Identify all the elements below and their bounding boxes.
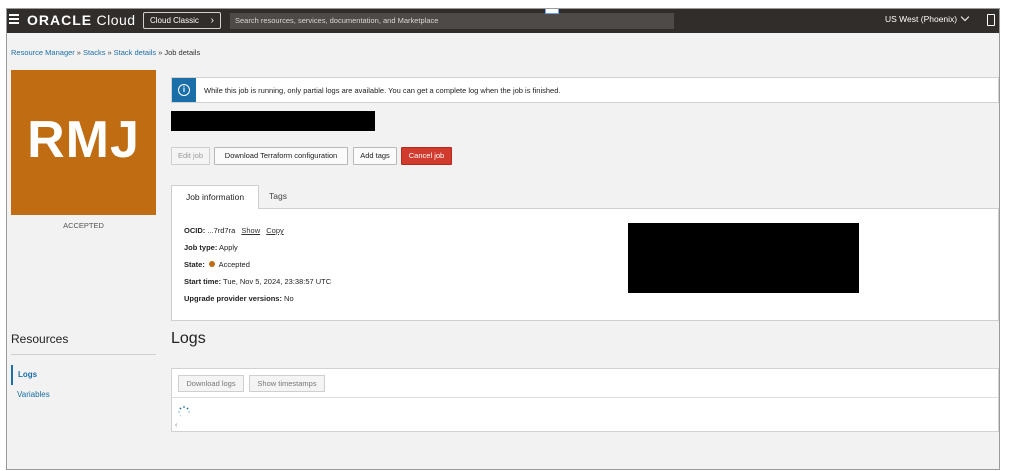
ocid-copy-link[interactable]: Copy [266, 226, 284, 235]
breadcrumb-current: Job details [164, 48, 201, 57]
chevron-down-icon [960, 12, 970, 22]
upgrade-provider-label: Upgrade provider versions: [184, 294, 282, 303]
breadcrumb-stack-details[interactable]: Stack details [114, 48, 157, 57]
job-avatar-initials: RMJ [27, 111, 140, 169]
cloud-classic-button[interactable]: Cloud Classic › [143, 12, 221, 29]
edit-job-button[interactable]: Edit job [171, 147, 210, 165]
state-row: State: Accepted [184, 260, 250, 269]
ocid-label: OCID: [184, 226, 206, 235]
start-time-label: Start time: [184, 277, 222, 286]
search-input[interactable]: Search resources, services, documentatio… [230, 13, 674, 29]
breadcrumb-resource-manager[interactable]: Resource Manager [11, 48, 75, 57]
job-state-label: ACCEPTED [63, 221, 104, 230]
breadcrumb-separator: » [76, 48, 81, 57]
job-type-label: Job type: [184, 243, 218, 252]
resources-divider [11, 354, 156, 355]
chevron-right-icon: › [210, 15, 214, 26]
device-icon[interactable] [987, 14, 995, 26]
resources-nav-variables[interactable]: Variables [11, 387, 50, 403]
state-value: Accepted [218, 260, 250, 269]
add-tags-button[interactable]: Add tags [353, 147, 397, 165]
start-time-value: Tue, Nov 5, 2024, 23:38:57 UTC [223, 277, 332, 286]
logs-heading: Logs [171, 330, 206, 347]
bookmark-marker-icon [545, 9, 559, 14]
browser-frame: ORACLE Cloud Cloud Classic › Search resou… [6, 8, 1000, 470]
job-information-panel: OCID: ...7rd7ra Show Copy Job type: Appl… [171, 208, 999, 321]
breadcrumb: Resource Manager» Stacks» Stack details» Jo… [11, 48, 200, 57]
logs-toolbar: Download logs Show timestamps [172, 369, 998, 398]
job-type-value: Apply [219, 243, 238, 252]
info-alert: i While this job is running, only partia… [171, 77, 999, 103]
upgrade-provider-row: Upgrade provider versions: No [184, 294, 294, 303]
cancel-job-button[interactable]: Cancel job [401, 147, 452, 165]
breadcrumb-separator: » [107, 48, 112, 57]
start-time-row: Start time: Tue, Nov 5, 2024, 23:38:57 U… [184, 277, 331, 286]
redacted-job-title [171, 111, 375, 131]
state-status-dot-icon [208, 261, 215, 267]
ocid-show-link[interactable]: Show [241, 226, 260, 235]
logo-product: Cloud [96, 12, 136, 28]
logs-panel: Download logs Show timestamps ‹ [171, 368, 999, 432]
job-type-row: Job type: Apply [184, 243, 238, 252]
ocid-value: ...7rd7ra [207, 226, 236, 235]
logo-brand: ORACLE [27, 12, 93, 28]
breadcrumb-stacks[interactable]: Stacks [83, 48, 106, 57]
redacted-details-box [628, 223, 859, 293]
tab-tags[interactable]: Tags [269, 185, 287, 207]
region-label: US West (Phoenix) [885, 14, 958, 24]
top-navigation-bar: ORACLE Cloud Cloud Classic › Search resou… [7, 9, 999, 33]
resources-heading: Resources [11, 332, 69, 346]
region-selector[interactable]: US West (Phoenix) [885, 12, 970, 24]
upgrade-provider-value: No [284, 294, 294, 303]
oracle-cloud-logo[interactable]: ORACLE Cloud [27, 12, 136, 28]
scroll-left-icon[interactable]: ‹ [175, 422, 177, 429]
download-terraform-button[interactable]: Download Terraform configuration [214, 147, 348, 165]
resources-nav-logs[interactable]: Logs [11, 365, 156, 385]
state-label: State: [184, 260, 205, 269]
download-logs-button[interactable]: Download logs [178, 375, 244, 392]
alert-icon-strip: i [172, 78, 196, 102]
info-icon: i [178, 84, 190, 96]
loading-spinner-icon [178, 406, 190, 417]
tab-job-information[interactable]: Job information [171, 185, 259, 209]
hamburger-menu-icon[interactable] [9, 14, 19, 26]
alert-text: While this job is running, only partial … [204, 86, 561, 95]
cloud-classic-label: Cloud Classic [150, 16, 199, 25]
ocid-row: OCID: ...7rd7ra Show Copy [184, 226, 284, 235]
show-timestamps-button[interactable]: Show timestamps [249, 375, 325, 392]
job-avatar-tile: RMJ [11, 70, 156, 215]
